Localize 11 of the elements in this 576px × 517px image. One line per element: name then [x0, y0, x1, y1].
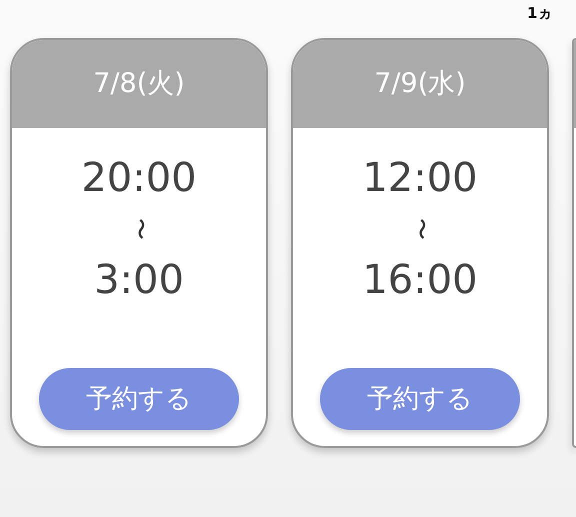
range-separator: 〜: [128, 218, 150, 240]
end-time: 16:00: [362, 260, 478, 300]
reserve-button[interactable]: 予約する: [320, 368, 520, 430]
reserve-button[interactable]: 予約する: [39, 368, 239, 430]
date-header: 7/9(水): [293, 40, 547, 128]
date-header: 7/8(火): [12, 40, 266, 128]
end-time: 3:00: [94, 260, 184, 300]
start-time: 12:00: [362, 158, 478, 198]
range-separator: 〜: [409, 218, 431, 240]
heading-text: 1ヵ: [527, 4, 552, 22]
start-time: 20:00: [81, 158, 197, 198]
